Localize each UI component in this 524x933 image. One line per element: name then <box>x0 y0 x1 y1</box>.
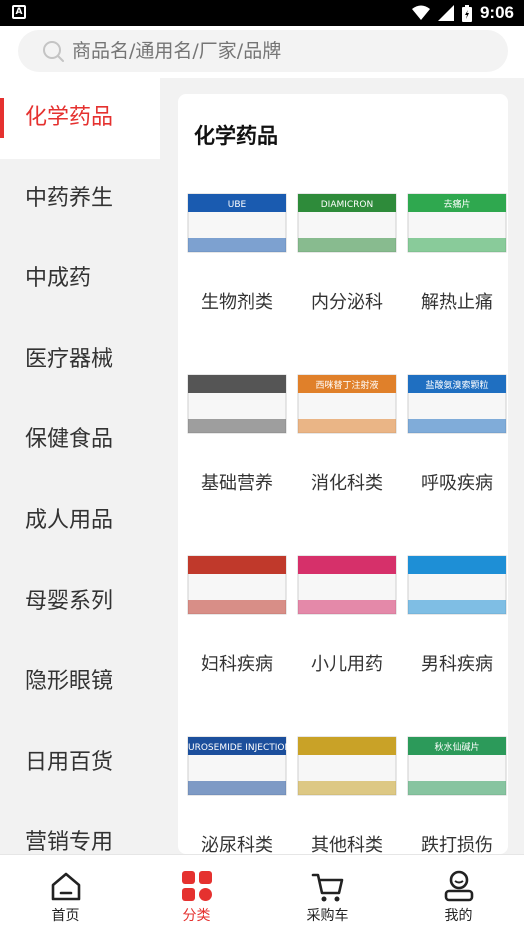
wifi-icon <box>411 5 430 20</box>
sidebar-item[interactable]: 化学药品 <box>0 78 160 159</box>
subcategory-item[interactable]: 秋水仙碱片 跌打损伤 <box>402 713 508 854</box>
subcategory-item[interactable]: 妇科疾病 <box>182 532 292 712</box>
sidebar-item[interactable]: 中药养生 <box>0 159 160 240</box>
status-bar: A 9:06 <box>0 0 524 26</box>
subcategory-item[interactable]: 去痛片 解热止痛 <box>402 170 508 350</box>
nav-label: 采购车 <box>306 908 349 924</box>
subcategory-label: 其他科类 <box>311 835 383 854</box>
product-box-text: 去痛片 <box>443 198 470 210</box>
product-box-text: DIAMICRON <box>321 200 374 210</box>
search-bar-area <box>0 26 524 78</box>
search-box[interactable] <box>18 30 508 72</box>
sidebar-item[interactable]: 医疗器械 <box>0 320 160 401</box>
subcategory-item[interactable]: 其他科类 <box>292 713 402 854</box>
subcategory-label: 小儿用药 <box>311 654 383 675</box>
sidebar-item[interactable]: 营销专用 <box>0 803 160 854</box>
subcategory-item[interactable]: FUROSEMIDE INJECTION 泌尿科类 <box>182 713 292 854</box>
signal-icon <box>437 5 454 21</box>
sidebar-item[interactable]: 隐形眼镜 <box>0 642 160 723</box>
subcategory-item[interactable]: 基础营养 <box>182 351 292 531</box>
product-box-text: 西咪替丁注射液 <box>315 379 378 391</box>
subcategory-label: 基础营养 <box>201 473 273 494</box>
subcategory-label: 内分泌科 <box>311 292 383 313</box>
subcategory-label: 解热止痛 <box>421 292 493 313</box>
cart-icon <box>311 873 343 902</box>
category-sidebar: 化学药品 中药养生 中成药 医疗器械 保健食品 成人用品 母婴系列 隐形眼镜 日用百货 营销专用 <box>0 78 160 854</box>
product-box-text: 秋水仙碱片 <box>434 741 479 753</box>
subcategory-item[interactable]: 男科疾病 <box>402 532 508 712</box>
clock: 9:06 <box>479 3 514 22</box>
status-indicators: 9:06 <box>411 2 514 24</box>
sidebar-item[interactable]: 中成药 <box>0 239 160 320</box>
subcategory-label: 呼吸疾病 <box>421 473 493 494</box>
subcategory-label: 消化科类 <box>311 473 383 494</box>
subcategory-label: 男科疾病 <box>421 654 493 675</box>
sidebar-item[interactable]: 日用百货 <box>0 723 160 804</box>
sidebar-item[interactable]: 成人用品 <box>0 481 160 562</box>
product-box-text: UBE <box>228 200 247 210</box>
subcategory-label: 生物剂类 <box>201 292 273 313</box>
product-thumbnail: FUROSEMIDE INJECTION <box>184 736 290 796</box>
product-thumbnail: 西咪替丁注射液 <box>297 374 397 434</box>
product-thumbnail: 去痛片 <box>407 193 507 253</box>
subcategory-label: 泌尿科类 <box>201 835 273 854</box>
category-content-panel: 化学药品 UBE 生物剂类 DIAMICRON 内分泌科 去痛片 解热止痛 基础营养 西咪替丁… <box>178 94 508 854</box>
home-icon <box>51 872 80 901</box>
product-thumbnail <box>297 736 397 796</box>
nav-label: 我的 <box>444 908 473 924</box>
product-thumbnail: UBE <box>187 193 287 253</box>
product-thumbnail <box>297 555 397 615</box>
profile-icon <box>444 870 473 902</box>
nav-item-cart[interactable]: 采购车 <box>262 855 393 933</box>
product-thumbnail: DIAMICRON <box>297 193 397 253</box>
category-icon <box>181 871 212 901</box>
product-thumbnail <box>187 374 287 434</box>
product-thumbnail: 盐酸氨溴索颗粒 <box>407 374 507 434</box>
sidebar-item[interactable]: 母婴系列 <box>0 562 160 643</box>
app-badge-icon: A <box>12 5 26 19</box>
nav-label: 首页 <box>51 908 80 924</box>
product-thumbnail <box>407 555 507 615</box>
search-icon <box>43 41 64 62</box>
subcategory-label: 妇科疾病 <box>201 654 273 675</box>
section-title: 化学药品 <box>194 124 278 148</box>
bottom-navigation: 首页 分类 采购车 我的 <box>0 854 524 933</box>
battery-icon <box>461 4 472 22</box>
subcategory-item[interactable]: UBE 生物剂类 <box>182 170 292 350</box>
product-thumbnail: 秋水仙碱片 <box>407 736 507 796</box>
product-thumbnail <box>187 555 287 615</box>
nav-item-profile[interactable]: 我的 <box>393 855 524 933</box>
product-box-text: FUROSEMIDE INJECTION <box>184 743 290 753</box>
subcategory-item[interactable]: DIAMICRON 内分泌科 <box>292 170 402 350</box>
nav-label: 分类 <box>182 908 211 924</box>
sidebar-item[interactable]: 保健食品 <box>0 400 160 481</box>
product-box-text: 盐酸氨溴索颗粒 <box>425 379 488 391</box>
subcategory-item[interactable]: 盐酸氨溴索颗粒呼吸疾病 <box>402 351 508 531</box>
nav-item-category[interactable]: 分类 <box>131 855 262 933</box>
subcategory-label: 跌打损伤 <box>421 835 493 854</box>
subcategory-item[interactable]: 小儿用药 <box>292 532 402 712</box>
nav-item-home[interactable]: 首页 <box>0 855 131 933</box>
subcategory-item[interactable]: 西咪替丁注射液消化科类 <box>292 351 402 531</box>
search-input[interactable] <box>72 30 492 72</box>
